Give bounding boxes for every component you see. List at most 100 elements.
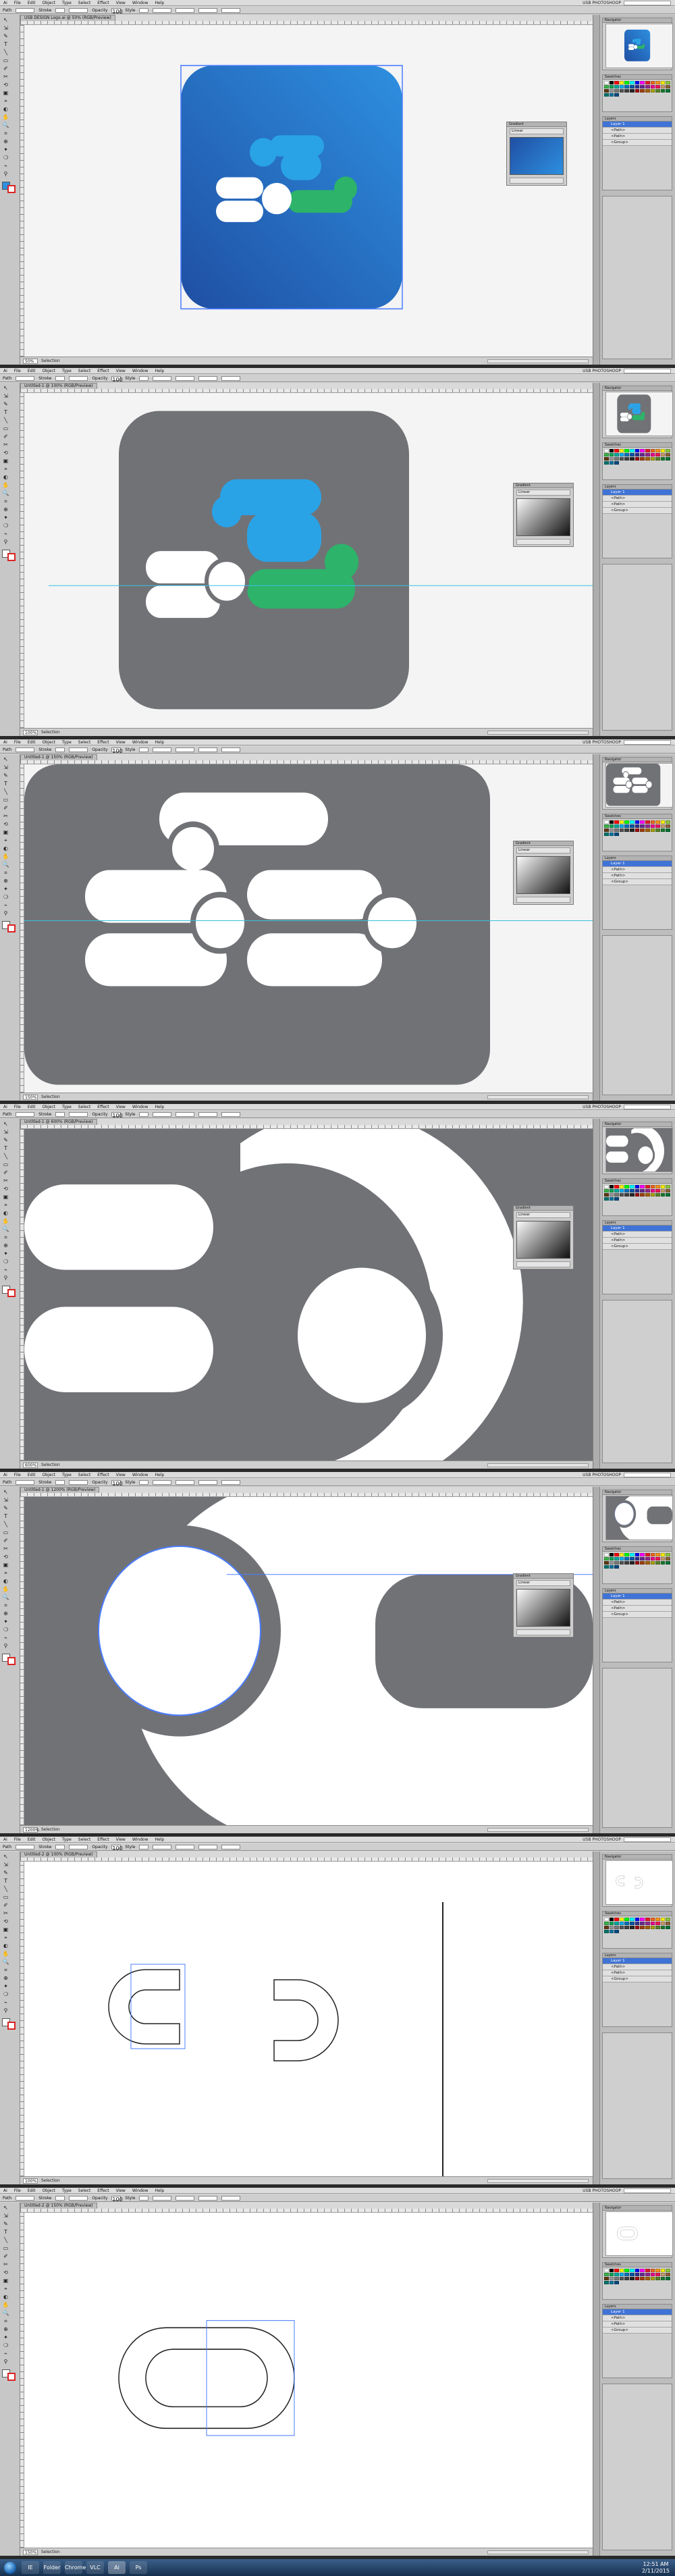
tool-icon-17[interactable]: ✦ — [1, 885, 10, 893]
document-tab[interactable]: USB DESIGN Logo.ai @ 50% (RGB/Preview) — [20, 15, 115, 21]
color-swatch[interactable] — [640, 2277, 645, 2280]
color-swatch[interactable] — [666, 1922, 670, 1925]
color-swatch[interactable] — [640, 1189, 645, 1192]
layer-row[interactable]: <Path> — [603, 1232, 672, 1238]
menu-item-type[interactable]: Type — [59, 369, 75, 373]
opacity-field[interactable]: 100 — [111, 2195, 123, 2203]
x-position-field[interactable] — [153, 2195, 172, 2201]
color-swatch[interactable] — [630, 1189, 634, 1192]
color-swatch[interactable] — [609, 829, 614, 832]
color-swatch[interactable] — [624, 81, 630, 84]
horizontal-scrollbar[interactable] — [487, 730, 589, 735]
menu-item-file[interactable]: File — [11, 369, 24, 373]
layer-row[interactable]: Layer 1 — [603, 861, 672, 867]
menu-item-object[interactable]: Object — [38, 740, 59, 745]
color-swatch[interactable] — [604, 1922, 609, 1925]
height-field[interactable] — [221, 747, 241, 752]
navigator-tab[interactable]: Navigator — [603, 1855, 672, 1860]
menu-item-window[interactable]: Window — [129, 369, 152, 373]
tool-icon-2[interactable]: ⇲ — [1, 2212, 10, 2220]
color-swatch[interactable] — [624, 1922, 630, 1925]
color-swatch[interactable] — [666, 1189, 670, 1192]
menu-item-help[interactable]: Help — [152, 740, 168, 745]
color-swatch[interactable] — [614, 1197, 619, 1201]
tool-icon-8[interactable]: ✂ — [1, 1177, 10, 1185]
color-swatch[interactable] — [660, 824, 666, 828]
menu-item-file[interactable]: File — [11, 2188, 24, 2193]
color-swatch[interactable] — [619, 820, 624, 824]
color-swatch[interactable] — [624, 824, 630, 828]
color-swatch[interactable] — [614, 1918, 619, 1921]
stroke-weight-field[interactable] — [55, 2195, 65, 2201]
color-swatch[interactable] — [604, 820, 609, 824]
color-swatch[interactable] — [609, 2277, 614, 2280]
taskbar-app-chrome[interactable]: Chrome — [65, 2561, 86, 2574]
color-swatch[interactable] — [624, 1185, 630, 1188]
layers-tab[interactable]: Layers — [603, 117, 672, 122]
color-swatch[interactable] — [609, 2273, 614, 2276]
color-swatch[interactable] — [650, 2277, 655, 2280]
zoom-field[interactable]: 600% — [23, 1462, 38, 1468]
color-swatch[interactable] — [614, 89, 619, 93]
artboard-canvas[interactable] — [24, 1497, 593, 1825]
tool-icon-2[interactable]: ⇲ — [1, 1496, 10, 1504]
menu-item-ai[interactable]: Ai — [0, 1837, 11, 1842]
tool-icon-19[interactable]: ⌁ — [1, 1999, 10, 2007]
brush-dropdown[interactable] — [69, 1844, 88, 1849]
tool-icon-19[interactable]: ⌁ — [1, 530, 10, 538]
tool-icon-8[interactable]: ✂ — [1, 2261, 10, 2269]
menu-item-file[interactable]: File — [11, 1, 24, 5]
color-swatch[interactable] — [614, 93, 619, 97]
color-swatch[interactable] — [604, 1197, 609, 1201]
menu-item-view[interactable]: View — [113, 1473, 129, 1477]
color-swatch[interactable] — [650, 449, 655, 452]
color-swatch[interactable] — [655, 1557, 660, 1560]
color-swatch[interactable] — [645, 1193, 650, 1197]
tool-icon-20[interactable]: ⚲ — [1, 2358, 10, 2366]
color-swatch[interactable] — [645, 449, 650, 452]
tool-icon-19[interactable]: ⌁ — [1, 2350, 10, 2358]
tool-icon-12[interactable]: ◐ — [1, 1942, 10, 1950]
color-swatch[interactable] — [666, 829, 670, 832]
layers-tab[interactable]: Layers — [603, 1953, 672, 1958]
color-swatch[interactable] — [640, 824, 645, 828]
color-swatch[interactable] — [604, 2277, 609, 2280]
color-swatch[interactable] — [660, 89, 666, 93]
color-swatch[interactable] — [619, 2269, 624, 2272]
color-swatch[interactable] — [614, 1193, 619, 1197]
layers-tab[interactable]: Layers — [603, 856, 672, 861]
color-swatch[interactable] — [655, 85, 660, 88]
tool-icon-8[interactable]: ✂ — [1, 441, 10, 449]
menu-item-file[interactable]: File — [11, 1105, 24, 1109]
stroke-weight-field[interactable] — [55, 747, 65, 752]
tool-icon-15[interactable]: ⌗ — [1, 1234, 10, 1242]
color-swatch[interactable] — [655, 2269, 660, 2272]
menu-item-effect[interactable]: Effect — [94, 2188, 112, 2193]
tool-icon-5[interactable]: ╲ — [1, 1885, 10, 1893]
menu-item-edit[interactable]: Edit — [24, 1, 39, 5]
tool-icon-1[interactable]: ↖ — [1, 2204, 10, 2212]
color-swatch[interactable] — [619, 1189, 624, 1192]
layer-row[interactable]: <Path> — [603, 1600, 672, 1606]
tool-icon-5[interactable]: ╲ — [1, 49, 10, 57]
document-tab[interactable]: Untitled-1 @ 100% (RGB/Preview) — [20, 383, 97, 389]
color-swatch[interactable] — [660, 820, 666, 824]
tool-icon-6[interactable]: ▭ — [1, 1161, 10, 1169]
tool-icon-14[interactable]: 🔍 — [1, 861, 10, 869]
color-swatch[interactable] — [630, 2277, 634, 2280]
tool-icon-5[interactable]: ╲ — [1, 2236, 10, 2244]
horizontal-scrollbar[interactable] — [487, 359, 589, 363]
color-swatch[interactable] — [660, 1553, 666, 1556]
tool-icon-7[interactable]: ✐ — [1, 65, 10, 73]
color-swatch[interactable] — [630, 1561, 634, 1565]
fill-stroke-swatches[interactable] — [1, 2369, 18, 2381]
menu-item-view[interactable]: View — [113, 1, 129, 5]
color-swatch[interactable] — [655, 449, 660, 452]
tool-icon-3[interactable]: ✎ — [1, 400, 10, 409]
color-swatch[interactable] — [609, 1197, 614, 1201]
tool-icon-12[interactable]: ◐ — [1, 105, 10, 113]
width-field[interactable] — [198, 747, 218, 752]
tool-icon-5[interactable]: ╲ — [1, 788, 10, 796]
color-swatch[interactable] — [634, 81, 640, 84]
navigator-thumbnail[interactable] — [605, 763, 673, 808]
